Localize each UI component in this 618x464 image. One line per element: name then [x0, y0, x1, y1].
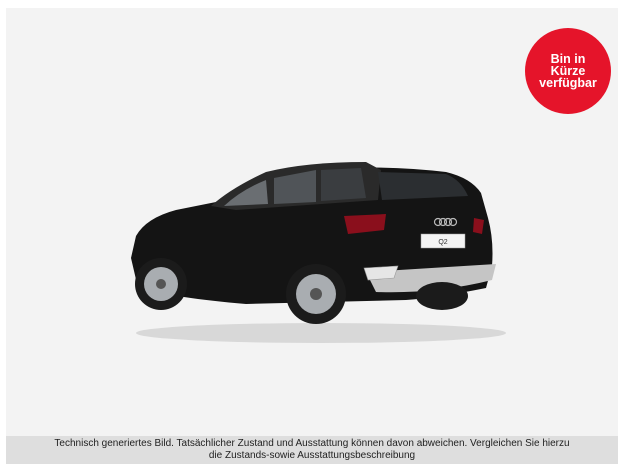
- disclaimer-line-2: die Zustands-sowie Ausstattungsbeschreib…: [208, 450, 416, 461]
- wheel-front-icon: [135, 258, 187, 310]
- wheel-far-icon: [416, 282, 468, 310]
- vehicle-image-container: Bin in Kürze verfügbar Q2 Technisch gene…: [6, 8, 618, 464]
- wheel-rear-icon: [286, 264, 346, 324]
- availability-badge: Bin in Kürze verfügbar: [525, 28, 611, 114]
- badge-line-3: verfügbar: [539, 76, 597, 90]
- car-image: Q2: [131, 162, 506, 343]
- plate-label: Q2: [438, 239, 447, 246]
- disclaimer-line-1: Technisch generiertes Bild. Tatsächliche…: [54, 438, 570, 449]
- image-disclaimer: Technisch generiertes Bild. Tatsächliche…: [6, 436, 618, 464]
